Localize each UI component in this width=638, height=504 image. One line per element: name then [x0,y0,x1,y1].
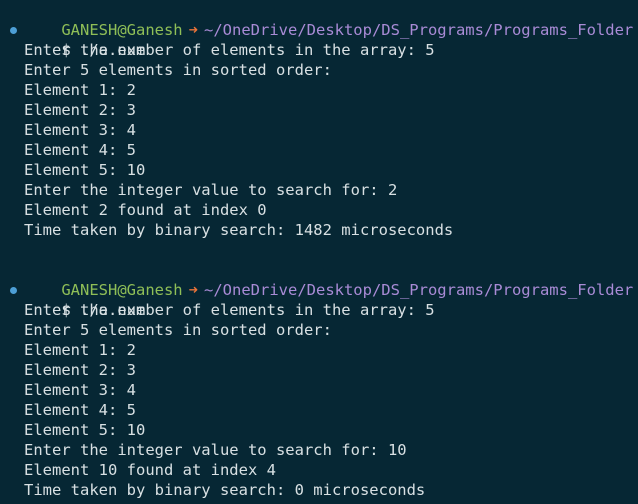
command-line: $ ./a.exe [0,20,638,59]
terminal-window[interactable]: GANESH@Ganesh ➜ ~/OneDrive/Desktop/DS_Prog… [0,0,638,504]
command-status-dot-icon [10,27,17,34]
output-line: Time taken by binary search: 1482 micros… [24,221,454,239]
output-line: Element 2: 3 [24,361,136,379]
output-line: Element 1: 2 [24,81,136,99]
output-line: Element 1: 2 [24,341,136,359]
output-line: Element 2 found at index 0 [24,201,267,219]
prompt-line: GANESH@Ganesh ➜ ~/OneDrive/Desktop/DS_Prog… [0,0,638,39]
output-line: Element 4: 5 [24,401,136,419]
output-line: Element 3: 4 [24,381,136,399]
output-line: Enter the integer value to search for: 2 [24,181,398,199]
output-line: Element 5: 10 [24,421,146,439]
output-line: Time taken by binary search: 0 microseco… [24,481,426,499]
output-line: Enter 5 elements in sorted order: [24,61,332,79]
output-line: Element 3: 4 [24,121,136,139]
command-line: $ ./a.exe [0,280,638,319]
output-line: Enter the number of elements in the arra… [24,301,435,319]
output-line: Enter 5 elements in sorted order: [24,321,332,339]
output-line: Element 5: 10 [24,161,146,179]
output-line: Enter the number of elements in the arra… [24,41,435,59]
prompt-line: GANESH@Ganesh ➜ ~/OneDrive/Desktop/DS_Prog… [0,260,638,299]
output-line: Element 2: 3 [24,101,136,119]
output-line: Element 4: 5 [24,141,136,159]
output-line: Element 10 found at index 4 [24,461,276,479]
command-status-dot-icon [10,287,17,294]
output-line: Enter the integer value to search for: 1… [24,441,407,459]
